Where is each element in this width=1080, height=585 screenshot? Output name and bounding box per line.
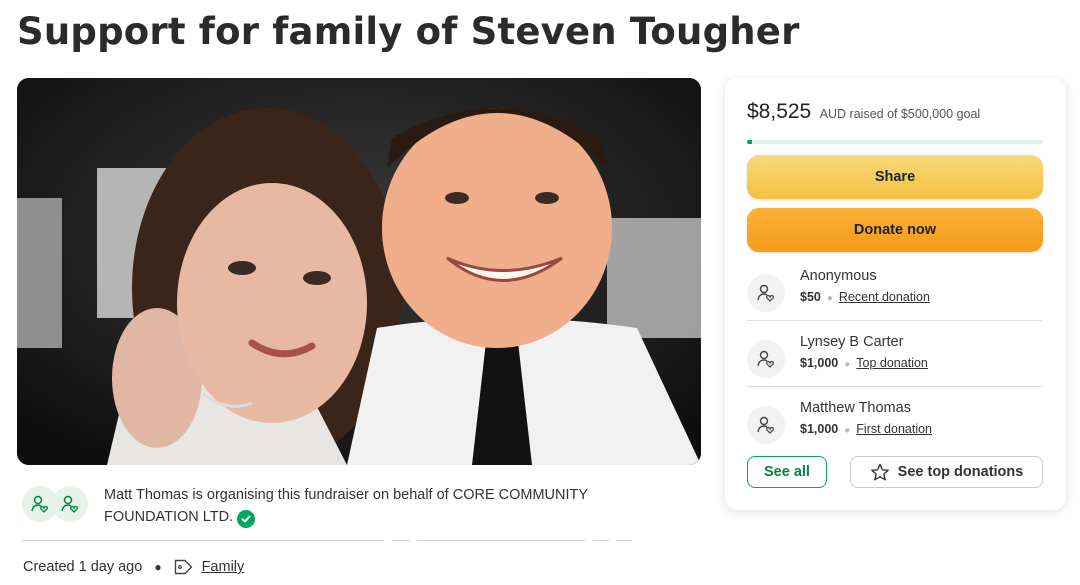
page-title: Support for family of Steven Tougher [17,10,800,53]
star-icon [870,463,889,480]
campaign-meta: Created 1 day ago ● Family [23,558,244,576]
share-button[interactable]: Share [747,155,1043,199]
divider [417,540,585,541]
separator-dot: ● [844,425,851,436]
person-heart-icon [757,350,774,368]
goal-text: AUD raised of $500,000 goal [819,107,981,121]
raised-amount: $8,525 [747,100,812,123]
see-top-donations-button[interactable]: See top donations [850,456,1043,488]
see-top-donations-label: See top donations [897,464,1024,480]
amount-raised: $8,525 AUD raised of $500,000 goal [747,100,980,124]
donor-details: $1,000 ● Top donation [800,356,928,370]
donor-item: Matthew Thomas $1,000 ● First donation [747,400,1043,456]
category-link[interactable]: Family [202,559,245,575]
donation-tag-link[interactable]: Recent donation [839,290,930,304]
person-heart-icon [61,495,78,513]
progress-bar [747,140,1043,144]
separator-dot: ● [154,560,162,574]
person-heart-icon [757,416,774,434]
divider [616,540,632,541]
divider [392,540,410,541]
donation-card: $8,525 AUD raised of $500,000 goal Share… [725,78,1066,510]
person-heart-icon [31,495,48,513]
donor-item: Lynsey B Carter $1,000 ● Top donation [747,334,1043,390]
person-heart-icon [757,284,774,302]
separator-dot: ● [826,293,833,304]
created-date: Created 1 day ago [23,559,143,575]
donor-details: $1,000 ● First donation [800,422,932,436]
campaign-photo[interactable] [17,78,701,465]
divider [593,540,609,541]
divider [747,386,1043,387]
donor-name: Matthew Thomas [800,400,911,416]
donor-name: Lynsey B Carter [800,334,904,350]
verified-check-icon [237,510,256,528]
progress-fill [747,140,753,144]
organiser-info: Matt Thomas is organising this fundraise… [22,482,642,528]
organiser-description: Matt Thomas is organising this fundraise… [104,487,588,525]
separator-dot: ● [844,359,851,370]
donor-avatar [747,274,785,312]
campaign-photo-image [17,78,701,465]
see-all-button[interactable]: See all [747,456,827,488]
donor-name: Anonymous [800,268,877,284]
donation-amount: $50 [800,290,821,304]
divider [747,320,1043,321]
donor-item: Anonymous $50 ● Recent donation [747,268,1043,324]
donor-details: $50 ● Recent donation [800,290,930,304]
donate-button[interactable]: Donate now [747,208,1043,252]
tag-icon [174,559,192,575]
donation-tag-link[interactable]: Top donation [856,356,928,370]
donation-amount: $1,000 [800,422,839,436]
donation-tag-link[interactable]: First donation [856,422,932,436]
donor-avatar [747,340,785,378]
organiser-text: Matt Thomas is organising this fundraise… [104,484,624,528]
donor-avatar [747,406,785,444]
divider [22,540,384,541]
donation-amount: $1,000 [800,356,839,370]
beneficiary-avatar [52,486,88,522]
